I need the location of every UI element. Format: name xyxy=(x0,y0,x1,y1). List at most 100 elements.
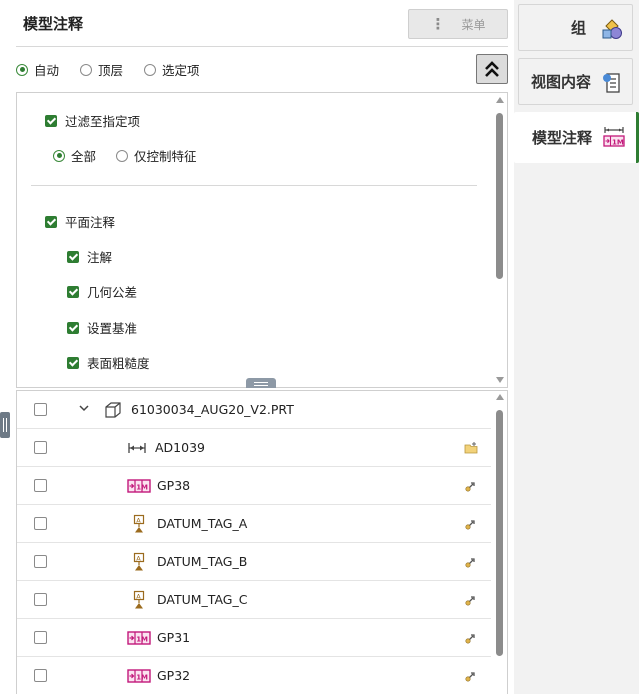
filter-scrollbar[interactable] xyxy=(494,97,506,385)
tab-label: 组 xyxy=(571,19,587,37)
filter-to-specified-label: 过滤至指定项 xyxy=(65,114,141,129)
tree-row[interactable]: 1M GP32 xyxy=(17,657,491,694)
row-checkbox[interactable] xyxy=(34,593,47,606)
tab-model-annotation[interactable]: 模型注释 1M xyxy=(514,112,639,163)
tree-row[interactable]: A DATUM_TAG_C xyxy=(17,581,491,619)
visibility-state-icon[interactable] xyxy=(463,630,479,646)
filter-to-specified-option[interactable]: 过滤至指定项 xyxy=(45,111,140,130)
scrollbar-thumb[interactable] xyxy=(496,113,503,279)
visibility-state-icon[interactable] xyxy=(463,478,479,494)
tree-scrollbar[interactable] xyxy=(494,394,506,694)
panel-resize-grip[interactable] xyxy=(0,412,10,438)
visibility-state-icon[interactable] xyxy=(463,592,479,608)
gtol-frame-icon: 1M xyxy=(127,479,151,493)
radio-label-selected-item: 选定项 xyxy=(162,63,200,78)
tree-row[interactable]: 1M GP38 xyxy=(17,467,491,505)
planar-annotations-option[interactable]: 平面注释 xyxy=(45,212,115,231)
view-content-icon xyxy=(603,73,620,93)
folder-state-icon[interactable] xyxy=(463,440,479,456)
visibility-state-icon[interactable] xyxy=(463,668,479,684)
group-shapes-icon xyxy=(602,19,622,39)
model-annotation-panel: 模型注释 ⋮ 菜单 自动 顶层 选定项 过滤至指定项 全部 仅控制特征 平面注释… xyxy=(0,0,514,694)
datum-tag-icon: A xyxy=(133,590,145,609)
radio-selected-item[interactable]: 选定项 xyxy=(144,60,200,79)
tree-row-label: GP38 xyxy=(157,478,191,493)
annotation-tree: 61030034_AUG20_V2.PRT AD1039 1M GP38 A D… xyxy=(16,390,508,694)
svg-text:1M: 1M xyxy=(136,636,148,644)
radio-button-control-features-only[interactable] xyxy=(116,149,129,162)
tab-label: 视图内容 xyxy=(531,73,592,91)
control-features-only-label: 仅控制特征 xyxy=(134,149,197,164)
surface-finish-checkbox[interactable] xyxy=(67,356,79,369)
planar-annotations-checkbox[interactable] xyxy=(45,215,57,228)
tree-row[interactable]: 1M GP31 xyxy=(17,619,491,657)
visibility-state-icon[interactable] xyxy=(463,516,479,532)
radio-label-auto: 自动 xyxy=(34,63,60,78)
planar-annotations-label: 平面注释 xyxy=(65,215,116,230)
filter-to-specified-checkbox[interactable] xyxy=(45,114,57,127)
radio-auto[interactable]: 自动 xyxy=(16,60,59,79)
scroll-up-arrow-icon[interactable] xyxy=(496,394,504,400)
filter-item-gtol[interactable]: 几何公差 xyxy=(67,282,137,301)
tab-view-content[interactable]: 视图内容 xyxy=(518,58,633,105)
datum-tag-icon: A xyxy=(133,514,145,533)
scroll-up-arrow-icon[interactable] xyxy=(496,97,504,103)
row-checkbox[interactable] xyxy=(34,555,47,568)
chevron-down-icon[interactable] xyxy=(79,401,89,415)
tab-group[interactable]: 组 xyxy=(518,4,633,51)
tree-row-label: DATUM_TAG_A xyxy=(157,516,248,531)
svg-text:A: A xyxy=(136,554,141,562)
set-datum-checkbox[interactable] xyxy=(67,321,79,334)
menu-button-label: 菜单 xyxy=(461,17,486,32)
tree-row-label: AD1039 xyxy=(155,440,205,455)
tree-row-label: GP31 xyxy=(157,630,191,645)
part-cube-icon xyxy=(105,402,121,418)
filter-item-notes[interactable]: 注解 xyxy=(67,247,112,266)
row-checkbox[interactable] xyxy=(34,517,47,530)
radio-button-auto[interactable] xyxy=(16,63,28,76)
svg-text:1M: 1M xyxy=(136,484,148,492)
scrollbar-thumb[interactable] xyxy=(496,410,503,656)
row-checkbox[interactable] xyxy=(34,631,47,644)
visibility-state-icon[interactable] xyxy=(463,554,479,570)
scope-radio-group: 自动 顶层 选定项 xyxy=(16,60,221,79)
radio-button-all[interactable] xyxy=(53,149,65,162)
tree-row[interactable]: A DATUM_TAG_B xyxy=(17,543,491,581)
dimension-icon xyxy=(128,443,146,453)
tree-row-label: 61030034_AUG20_V2.PRT xyxy=(131,402,294,417)
menu-button[interactable]: ⋮ 菜单 xyxy=(408,9,508,39)
surface-finish-label: 表面粗糙度 xyxy=(87,356,150,371)
radio-top-level[interactable]: 顶层 xyxy=(80,60,123,79)
filter-all-option[interactable]: 全部 仅控制特征 xyxy=(53,146,197,165)
row-checkbox[interactable] xyxy=(34,669,47,682)
tree-row-label: DATUM_TAG_B xyxy=(157,554,248,569)
filter-divider xyxy=(31,185,477,186)
tree-row[interactable]: AD1039 xyxy=(17,429,491,467)
row-checkbox[interactable] xyxy=(34,403,47,416)
svg-text:A: A xyxy=(136,592,141,600)
page-title: 模型注释 xyxy=(23,15,84,33)
filter-item-set-datum[interactable]: 设置基准 xyxy=(67,318,137,337)
tree-row[interactable]: A DATUM_TAG_A xyxy=(17,505,491,543)
filter-item-surface-finish[interactable]: 表面粗糙度 xyxy=(67,353,150,372)
radio-button-top-level[interactable] xyxy=(80,63,93,76)
tab-label: 模型注释 xyxy=(532,129,593,147)
radio-label-top-level: 顶层 xyxy=(98,63,124,78)
tree-row[interactable]: 61030034_AUG20_V2.PRT xyxy=(17,391,491,429)
scroll-down-arrow-icon[interactable] xyxy=(496,377,504,383)
pane-splitter-handle[interactable] xyxy=(246,378,276,388)
notes-checkbox[interactable] xyxy=(67,250,79,263)
svg-text:1M: 1M xyxy=(612,138,624,146)
filter-all-label: 全部 xyxy=(71,149,97,164)
row-checkbox[interactable] xyxy=(34,479,47,492)
svg-text:1M: 1M xyxy=(136,674,148,682)
filter-options-box: 过滤至指定项 全部 仅控制特征 平面注释 注解 几何公差 设置基准 表面粗糙度 xyxy=(16,92,508,388)
datum-tag-icon: A xyxy=(133,552,145,571)
radio-button-selected-item[interactable] xyxy=(144,63,157,76)
title-divider xyxy=(16,46,508,47)
row-checkbox[interactable] xyxy=(34,441,47,454)
gtol-checkbox[interactable] xyxy=(67,285,79,298)
collapse-button[interactable] xyxy=(476,54,508,84)
gtol-label: 几何公差 xyxy=(87,285,138,300)
tree-row-label: GP32 xyxy=(157,668,191,683)
